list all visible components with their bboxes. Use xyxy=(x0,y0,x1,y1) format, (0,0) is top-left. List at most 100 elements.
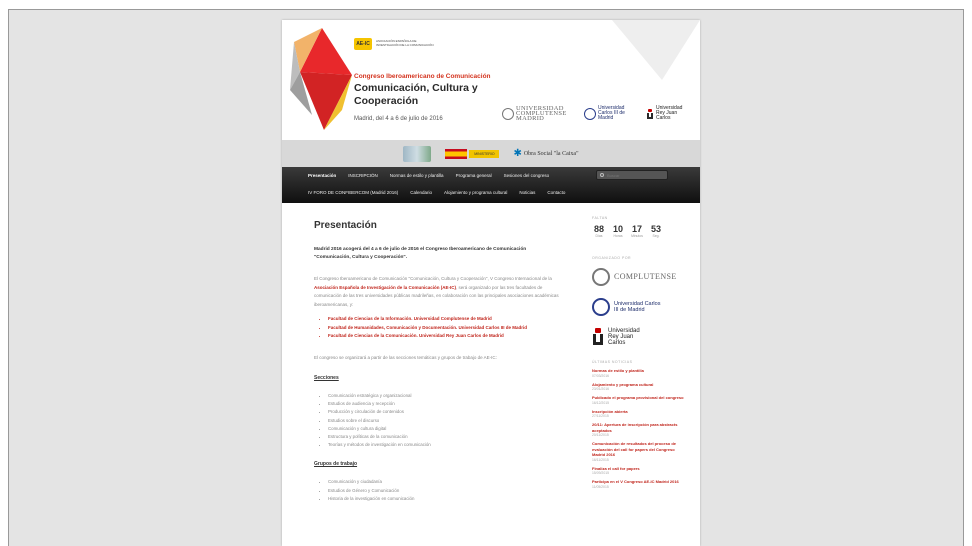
aeic-logo: AE-IC xyxy=(354,38,372,50)
header-university-logos: UNIVERSIDAD COMPLUTENSE MADRID Universid… xyxy=(502,105,690,122)
sidebar-uc3m-logo[interactable]: Universidad Carlos III de Madrid xyxy=(592,298,684,316)
sidebar-ucm-logo[interactable]: COMPLUTENSE xyxy=(592,268,684,286)
site-page: AE-IC ASOCIACIÓN ESPAÑOLA DE INVESTIGACI… xyxy=(282,20,700,546)
nav-item-programa[interactable]: Programa general xyxy=(456,171,492,181)
list-item: Comunicación y ciudadanía xyxy=(328,478,564,486)
nav-item-inscripcion[interactable]: INSCRIPCIÓN xyxy=(348,171,378,181)
ucm-seal-icon xyxy=(502,107,514,120)
news-date: 23/01/2016 xyxy=(592,387,609,391)
news-link[interactable]: Publicado el programa provisional del co… xyxy=(592,395,684,401)
news-date: 16/11/2015 xyxy=(592,457,609,462)
news-link[interactable]: Participa en el V Congreso AE-IC Madrid … xyxy=(592,479,684,485)
list-item: Estudios de audiencia y recepción xyxy=(328,400,564,408)
news-item: Comunicación de resultados del proceso d… xyxy=(592,441,684,463)
congress-title: Congreso Iberoamericano de Comunicación xyxy=(354,73,491,80)
light-triangle-shape xyxy=(612,20,700,80)
list-item: Historia de la investigación en comunica… xyxy=(328,495,564,503)
search-box[interactable] xyxy=(596,170,668,180)
news-link[interactable]: 20/11: Apertura de inscripción para abst… xyxy=(592,422,684,433)
intro-text-a: El Congreso Iberoamericano de Comunicaci… xyxy=(314,276,552,281)
countdown-days: 88 Días xyxy=(592,224,606,239)
ucm-name: COMPLUTENSE xyxy=(614,272,677,281)
news-date: 16/12/2015 xyxy=(592,400,609,405)
news-item: Participa en el V Congreso AE-IC Madrid … xyxy=(592,479,684,490)
countdown-value: 53 xyxy=(650,224,661,234)
main-content: Presentación Madrid 2016 acogerá del 4 a… xyxy=(314,220,564,515)
faculty-link[interactable]: Facultad de Ciencias de la Información. … xyxy=(328,315,564,324)
nav-row-2: IV FORO DE CONFIBERCOM (Madrid 2016) Cal… xyxy=(308,188,565,198)
news-date: 11/05/2015 xyxy=(592,484,609,489)
nav-item-noticias[interactable]: Noticias xyxy=(519,188,535,198)
countdown-seconds: 53 Seg. xyxy=(649,224,663,239)
intro-paragraph: El Congreso Iberoamericano de Comunicaci… xyxy=(314,275,564,309)
news-link[interactable]: Comunicación de resultados del proceso d… xyxy=(592,441,684,458)
ucm-name: UNIVERSIDAD COMPLUTENSE MADRID xyxy=(516,105,567,122)
nav-item-calendario[interactable]: Calendario xyxy=(410,188,432,198)
header-graphic xyxy=(290,20,700,130)
nav-row-1: Presentación INSCRIPCIÓN Normas de estil… xyxy=(308,171,549,181)
search-input[interactable] xyxy=(607,172,657,178)
list-item: Producción y circulación de contenidos xyxy=(328,408,564,416)
groups-list: Comunicación y ciudadanía Estudios de Gé… xyxy=(314,478,564,503)
sidebar: FALTAN 88 Días 10 Horas 17 Minutos 53 Se… xyxy=(592,216,684,493)
countdown-label: Seg. xyxy=(652,234,660,238)
countdown-value: 17 xyxy=(631,224,642,234)
countdown-label: Días xyxy=(595,234,603,238)
ucm-seal-icon xyxy=(592,268,610,286)
main-navigation: Presentación INSCRIPCIÓN Normas de estil… xyxy=(282,167,700,203)
countdown-hours: 10 Horas xyxy=(611,224,625,239)
nav-item-foro[interactable]: IV FORO DE CONFIBERCOM (Madrid 2016) xyxy=(308,188,398,198)
sponsors-bar: MINISTERIO ✱ Obra Social "la Caixa" xyxy=(282,140,700,167)
aeic-logo-text: ASOCIACIÓN ESPAÑOLA DE INVESTIGACIÓN DE … xyxy=(376,39,434,47)
uc3m-name: Universidad Carlos III de Madrid xyxy=(598,105,625,121)
nav-item-presentacion[interactable]: Presentación xyxy=(308,171,336,181)
organizers-heading: ORGANIZADO POR xyxy=(592,256,632,260)
list-item: Estudios de Género y Comunicación xyxy=(328,487,564,495)
faculty-link[interactable]: Facultad de Ciencias de la Comunicación.… xyxy=(328,332,564,341)
list-item: Estructura y políticas de la comunicació… xyxy=(328,433,564,441)
ministry-text: MINISTERIO xyxy=(469,149,500,158)
obra-social-text: Obra Social "la Caixa" xyxy=(523,150,579,157)
countdown-widget: 88 Días 10 Horas 17 Minutos 53 Seg. xyxy=(592,224,684,239)
countdown-heading: FALTAN xyxy=(592,216,608,220)
news-item: Publicado el programa provisional del co… xyxy=(592,395,684,406)
list-item: Comunicación y cultura digital xyxy=(328,425,564,433)
groups-heading: Grupos de trabajo xyxy=(314,461,358,468)
lead-paragraph: Madrid 2016 acogerá del 4 a 6 de julio d… xyxy=(314,247,527,260)
aeic-link[interactable]: Asociación Española de Investigación de … xyxy=(314,285,456,290)
urjc-mark-icon xyxy=(592,328,604,346)
urjc-name: Universidad Rey Juan Carlos xyxy=(608,328,640,346)
urjc-mark-icon xyxy=(646,108,654,119)
date-line: Madrid, del 4 a 6 de julio de 2016 xyxy=(354,116,443,122)
list-item: Teorías y métodos de investigación en co… xyxy=(328,441,564,449)
nav-item-normas[interactable]: Normas de estilo y plantilla xyxy=(390,171,444,181)
sections-heading: Secciones xyxy=(314,375,339,381)
nav-item-alojamiento[interactable]: Alojamiento y programa cultural xyxy=(444,188,507,198)
browser-viewport: AE-IC ASOCIACIÓN ESPAÑOLA DE INVESTIGACI… xyxy=(0,0,972,546)
nav-item-sesiones[interactable]: Sesiones del congreso xyxy=(504,171,550,181)
sidebar-urjc-logo[interactable]: Universidad Rey Juan Carlos xyxy=(592,328,684,346)
government-logo[interactable] xyxy=(403,145,432,162)
uc3m-seal-icon xyxy=(584,107,596,120)
news-date: 07/03/2016 xyxy=(592,373,609,378)
nav-item-contacto[interactable]: Contacto xyxy=(547,188,565,198)
urjc-logo[interactable]: Universidad Rey Juan Carlos xyxy=(646,106,690,121)
uc3m-seal-icon xyxy=(592,298,610,316)
news-item: 20/11: Apertura de inscripción para abst… xyxy=(592,422,684,438)
faculty-link[interactable]: Facultad de Humanidades, Comunicación y … xyxy=(328,324,564,333)
news-item: Finaliza el call for papers 15/09/2015 xyxy=(592,466,684,477)
faculties-list: Facultad de Ciencias de la Información. … xyxy=(314,315,564,341)
ministry-logo[interactable]: MINISTERIO xyxy=(445,148,500,159)
news-date: 20/11/2015 xyxy=(592,433,609,437)
uc3m-logo[interactable]: Universidad Carlos III de Madrid xyxy=(584,106,638,121)
news-date: 27/11/2015 xyxy=(592,414,609,418)
countdown-value: 10 xyxy=(612,224,623,234)
news-item: Inscripción abierta 27/11/2015 xyxy=(592,409,684,420)
news-date: 15/09/2015 xyxy=(592,471,609,475)
obra-social-logo[interactable]: ✱ Obra Social "la Caixa" xyxy=(513,148,579,159)
news-heading: ÚLTIMAS NOTICIAS xyxy=(592,360,633,364)
countdown-label: Minutos xyxy=(631,234,643,238)
countdown-minutes: 17 Minutos xyxy=(630,224,644,239)
list-item: Comunicación estratégica y organizaciona… xyxy=(328,392,564,400)
ucm-logo[interactable]: UNIVERSIDAD COMPLUTENSE MADRID xyxy=(502,105,576,122)
